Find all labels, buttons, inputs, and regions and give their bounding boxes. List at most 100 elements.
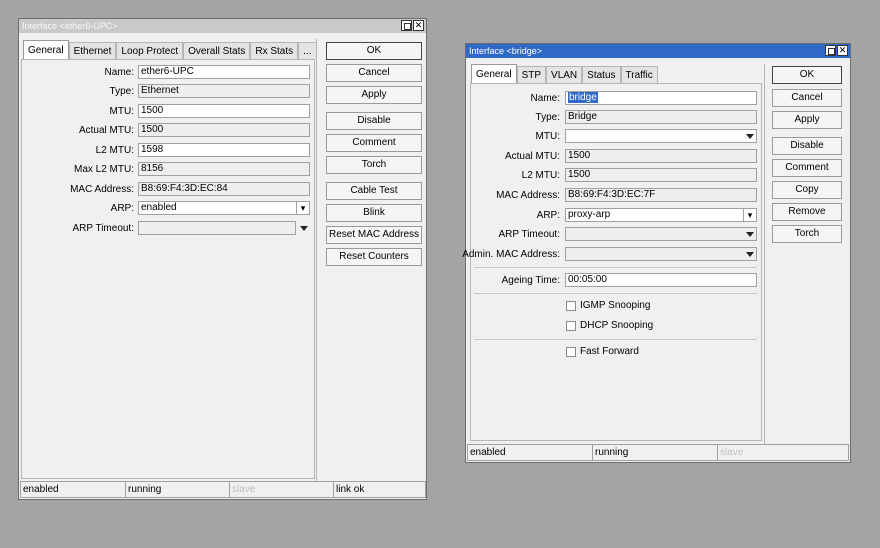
actual-mtu-label: Actual MTU: [78,125,134,136]
tab-traffic[interactable]: Traffic [620,66,658,83]
dropdown-icon[interactable]: ▾ [296,202,309,214]
name-label: Name: [530,93,560,104]
ok-button[interactable]: OK [326,42,422,60]
close-icon[interactable]: ✕ [837,45,848,56]
separator [474,339,757,340]
status-link: link ok [333,481,426,498]
name-label: Name: [104,67,134,78]
disable-button[interactable]: Disable [772,137,842,155]
chevron-down-icon[interactable] [299,223,309,233]
igmp-snooping-checkbox[interactable] [566,301,576,311]
window-title: Interface <bridge> [469,46,543,56]
name-field[interactable]: ether6-UPC [138,65,310,79]
arp-label: ARP: [536,210,560,221]
remove-button[interactable]: Remove [772,203,842,221]
comment-button[interactable]: Comment [772,159,842,177]
reset-mac-address-button[interactable]: Reset MAC Address [326,226,422,244]
mtu-field[interactable]: 1500 [138,104,310,118]
cable-test-button[interactable]: Cable Test [326,182,422,200]
separator [474,293,757,294]
type-field: Bridge [565,110,757,124]
arp-value: enabled [141,202,177,213]
status-enabled: enabled [467,444,593,461]
disable-button[interactable]: Disable [326,112,422,130]
name-value: bridge [568,92,598,103]
tab-general[interactable]: General [471,64,517,83]
apply-button[interactable]: Apply [772,111,842,129]
l2-mtu-field: 1500 [565,168,757,182]
mtu-label: MTU: [109,106,134,117]
chevron-down-icon[interactable] [743,248,755,260]
status-slave: slave [717,444,849,461]
status-running: running [125,481,230,498]
status-running: running [592,444,718,461]
interface-bridge-window: Interface <bridge> ✕ General STP VLAN St… [462,43,851,463]
l2-mtu-label: L2 MTU: [521,170,560,181]
l2-mtu-label: L2 MTU: [95,145,134,156]
reset-counters-button[interactable]: Reset Counters [326,248,422,266]
actual-mtu-label: Actual MTU: [504,151,560,162]
tab-vlan[interactable]: VLAN [546,66,583,83]
blink-button[interactable]: Blink [326,204,422,222]
admin-mac-label: Admin. MAC Address: [462,249,560,260]
max-l2-mtu-label: Max L2 MTU: [73,164,134,175]
l2-mtu-field[interactable]: 1598 [138,143,310,157]
tab-ethernet[interactable]: Ethernet [68,42,117,59]
type-field: Ethernet [138,84,310,98]
dropdown-icon[interactable]: ▾ [743,209,756,221]
tab-general[interactable]: General [23,40,69,59]
dhcp-snooping-checkbox[interactable] [566,321,576,331]
comment-button[interactable]: Comment [326,134,422,152]
tab-rx-stats[interactable]: Rx Stats [250,42,299,59]
mtu-select[interactable] [565,129,757,143]
arp-timeout-field[interactable] [138,221,296,235]
close-icon[interactable]: ✕ [413,20,424,31]
arp-label: ARP: [110,203,134,214]
tab-status[interactable]: Status [582,66,621,83]
tab-overall-stats[interactable]: Overall Stats [183,42,251,59]
arp-timeout-label: ARP Timeout: [72,223,134,234]
cancel-button[interactable]: Cancel [326,64,422,82]
separator [474,267,757,268]
tab-loop-protect[interactable]: Loop Protect [116,42,184,59]
arp-select[interactable]: proxy-arp ▾ [565,208,757,222]
cancel-button[interactable]: Cancel [772,89,842,107]
max-l2-mtu-field: 8156 [138,162,310,176]
maximize-icon[interactable] [401,20,412,31]
torch-button[interactable]: Torch [326,156,422,174]
apply-button[interactable]: Apply [326,86,422,104]
ageing-time-label: Ageing Time: [501,275,560,286]
arp-timeout-field[interactable] [565,227,757,241]
igmp-snooping-label: IGMP Snooping [580,300,651,311]
mac-address-field: B8:69:F4:3D:EC:7F [565,188,757,202]
admin-mac-field[interactable] [565,247,757,261]
chevron-down-icon[interactable] [743,228,755,240]
mac-address-label: MAC Address: [496,190,560,201]
interface-ether6-window: Interface <ether6-UPC> ✕ General Etherne… [18,18,427,500]
fast-forward-checkbox[interactable] [566,347,576,357]
actual-mtu-field: 1500 [138,123,310,137]
maximize-icon[interactable] [825,45,836,56]
window-title-bar[interactable]: Interface <bridge> [466,44,850,58]
name-field[interactable]: bridge [565,91,757,105]
status-slave: slave [229,481,334,498]
tab-stp[interactable]: STP [516,66,547,83]
window-title-bar[interactable]: Interface <ether6-UPC> [19,19,426,33]
dhcp-snooping-label: DHCP Snooping [580,320,654,331]
ok-button[interactable]: OK [772,66,842,84]
arp-timeout-label: ARP Timeout: [498,229,560,240]
torch-button[interactable]: Torch [772,225,842,243]
copy-button[interactable]: Copy [772,181,842,199]
tab-more[interactable]: ... [298,42,317,59]
actual-mtu-field: 1500 [565,149,757,163]
status-enabled: enabled [20,481,126,498]
ageing-time-field[interactable]: 00:05:00 [565,273,757,287]
general-panel [21,59,315,479]
fast-forward-label: Fast Forward [580,346,639,357]
mac-address-field: B8:69:F4:3D:EC:84 [138,182,310,196]
mac-address-label: MAC Address: [70,184,134,195]
arp-select[interactable]: enabled ▾ [138,201,310,215]
arp-value: proxy-arp [568,209,611,220]
chevron-down-icon[interactable] [743,130,755,142]
type-label: Type: [535,112,560,123]
